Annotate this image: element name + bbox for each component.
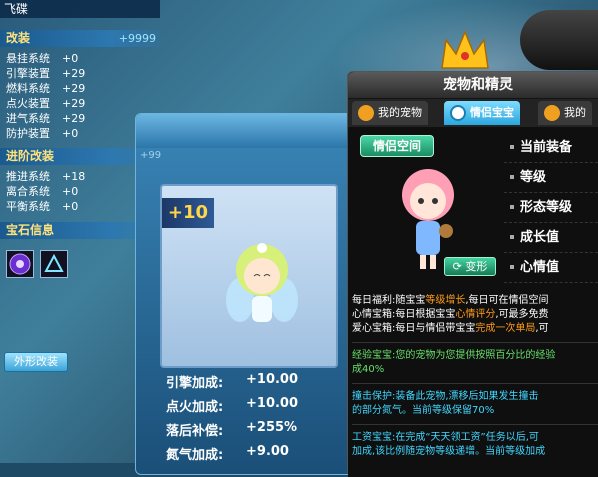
- attribute-label: 氮气加成:: [166, 448, 224, 463]
- triangle-gem-icon[interactable]: [40, 250, 68, 278]
- stat-label: 点火装置: [6, 97, 50, 110]
- desc-text: ,可: [535, 323, 549, 334]
- purple-gem-icon[interactable]: [6, 250, 34, 278]
- stat-row: 引擎装置 +29: [6, 66, 85, 81]
- attribute-value: +9.00: [246, 444, 289, 459]
- stat-value: +29: [62, 97, 86, 110]
- card-panel-header: [136, 114, 358, 148]
- stat-label: 进气系统: [6, 112, 50, 125]
- stat-value: +29: [62, 112, 86, 125]
- couple-space-button[interactable]: 情侣空间: [360, 135, 434, 157]
- salary-line-2: 加成,该比例随宠物等级递增。当前等级加成: [352, 446, 546, 457]
- modify-score: +9999: [118, 32, 156, 45]
- divider: [352, 424, 598, 425]
- stat-label: 平衡系统: [6, 200, 50, 213]
- hidden-value: +99: [140, 150, 162, 161]
- love-box-line: 爱心宝箱:每日与情侣带宝宝完成一次单局,可: [352, 322, 549, 335]
- info-growth: 成长值: [504, 223, 598, 253]
- stat-row: 悬挂系统 +0: [6, 51, 78, 66]
- collision-line-2: 的部分氮气。当前等级保留70%: [352, 405, 495, 416]
- stat-label: 推进系统: [6, 170, 50, 183]
- desc-highlight: 心情评分: [455, 309, 496, 320]
- tab-label: 我的宠物: [378, 106, 422, 119]
- tab-my-other[interactable]: 我的: [538, 101, 592, 125]
- pet-window: 宠物和精灵 我的宠物 情侣宝宝 我的 情侣空间 ⟳ 变形 当前装备 等级 形态等…: [347, 71, 598, 477]
- paw-icon: [358, 105, 374, 121]
- stat-row: 平衡系统 +0: [6, 199, 78, 214]
- stat-row: 推进系统 +18: [6, 169, 85, 184]
- info-level: 等级: [504, 163, 598, 193]
- desc-text: 心情宝箱:每日根据宝宝: [352, 309, 456, 320]
- stat-value: +0: [62, 127, 79, 140]
- attribute-value: +10.00: [246, 372, 299, 387]
- appearance-modify-button[interactable]: 外形改装: [4, 352, 68, 372]
- desc-text: 爱心宝箱:每日与情侣带宝宝: [352, 323, 476, 334]
- pet-card[interactable]: +10: [160, 184, 338, 368]
- attribute-row: 落后补偿: +255%: [166, 420, 297, 439]
- car-silhouette: [520, 10, 598, 70]
- pet-info-list: 当前装备 等级 形态等级 成长值 心情值: [504, 133, 598, 283]
- attribute-value: +10.00: [246, 396, 299, 411]
- divider: [352, 342, 598, 343]
- transform-label: 变形: [465, 260, 488, 273]
- gems-title: 宝石信息: [6, 223, 55, 237]
- stat-row: 防护装置 +0: [6, 126, 78, 141]
- attribute-row: 点火加成: +10.00: [166, 396, 298, 415]
- stat-value: +18: [62, 170, 86, 183]
- level-badge: +10: [162, 198, 214, 228]
- tab-label: 我的: [564, 106, 586, 119]
- exp-pet-line-2: 成40%: [352, 364, 385, 375]
- info-form-level: 形态等级: [504, 193, 598, 223]
- divider: [352, 383, 598, 384]
- stat-row: 离合系统 +0: [6, 184, 78, 199]
- stat-label: 离合系统: [6, 185, 50, 198]
- stat-label: 燃料系统: [6, 82, 50, 95]
- stat-label: 防护装置: [6, 127, 50, 140]
- modify-title: 改装: [6, 31, 31, 45]
- stat-label: 引擎装置: [6, 67, 50, 80]
- stat-value: +0: [62, 52, 79, 65]
- stat-label: 悬挂系统: [6, 52, 50, 65]
- crown-icon: [441, 30, 489, 69]
- desc-text: ,每日可在情侣空间: [465, 295, 549, 306]
- mood-box-line: 心情宝箱:每日根据宝宝心情评分,可最多免费: [352, 308, 549, 321]
- attribute-label: 点火加成:: [166, 400, 224, 415]
- salary-line: 工资宝宝:在完成“天天领工资”任务以后,可: [352, 432, 539, 443]
- attribute-value: +255%: [246, 420, 298, 435]
- attribute-row: 引擎加成: +10.00: [166, 372, 298, 391]
- attribute-row: 氮气加成: +9.00: [166, 444, 289, 463]
- pet-content: 情侣空间 ⟳ 变形 当前装备 等级 形态等级 成长值 心情值 每日福利:随宝宝等…: [348, 127, 598, 477]
- stat-value: +0: [62, 185, 79, 198]
- desc-highlight: 等级增长: [425, 295, 466, 306]
- attribute-label: 引擎加成:: [166, 376, 224, 391]
- collision-line: 撞击保护:装备此宠物,漂移后如果发生撞击: [352, 391, 539, 402]
- info-current-equipment: 当前装备: [504, 133, 598, 163]
- attribute-label: 落后补偿:: [166, 424, 224, 439]
- baby-icon: [450, 105, 466, 121]
- player-name: 飞碟: [0, 0, 160, 18]
- daily-bonus-line: 每日福利:随宝宝等级增长,每日可在情侣空间: [352, 294, 549, 307]
- stat-value: +29: [62, 82, 86, 95]
- stat-row: 燃料系统 +29: [6, 81, 85, 96]
- fairy-pet-icon: [226, 243, 298, 322]
- car-card-panel: +99 +10 引擎加成: +10.00 点火加成: +10.00 落后补偿: +25…: [135, 113, 359, 475]
- tab-label: 情侣宝宝: [470, 106, 514, 119]
- stat-value: +0: [62, 200, 79, 213]
- transform-button[interactable]: ⟳ 变形: [444, 257, 496, 276]
- tab-my-pets[interactable]: 我的宠物: [352, 101, 428, 125]
- exp-pet-line: 经验宝宝:您的宠物为您提供按照百分比的经验: [352, 350, 556, 361]
- info-mood: 心情值: [504, 253, 598, 283]
- stat-value: +29: [62, 67, 86, 80]
- tab-couple-baby[interactable]: 情侣宝宝: [444, 101, 520, 125]
- pet-tabs: 我的宠物 情侣宝宝 我的: [348, 99, 598, 127]
- stat-row: 点火装置 +29: [6, 96, 85, 111]
- desc-text: ,可最多免费: [495, 309, 549, 320]
- advanced-title: 进阶改装: [6, 149, 55, 163]
- pet-window-title: 宠物和精灵: [348, 72, 598, 98]
- modify-section-header: 改装 +9999: [0, 30, 160, 47]
- paw-icon: [544, 105, 560, 121]
- desc-text: 每日福利:随宝宝: [352, 295, 426, 306]
- desc-highlight: 完成一次单局: [475, 323, 536, 334]
- stat-row: 进气系统 +29: [6, 111, 85, 126]
